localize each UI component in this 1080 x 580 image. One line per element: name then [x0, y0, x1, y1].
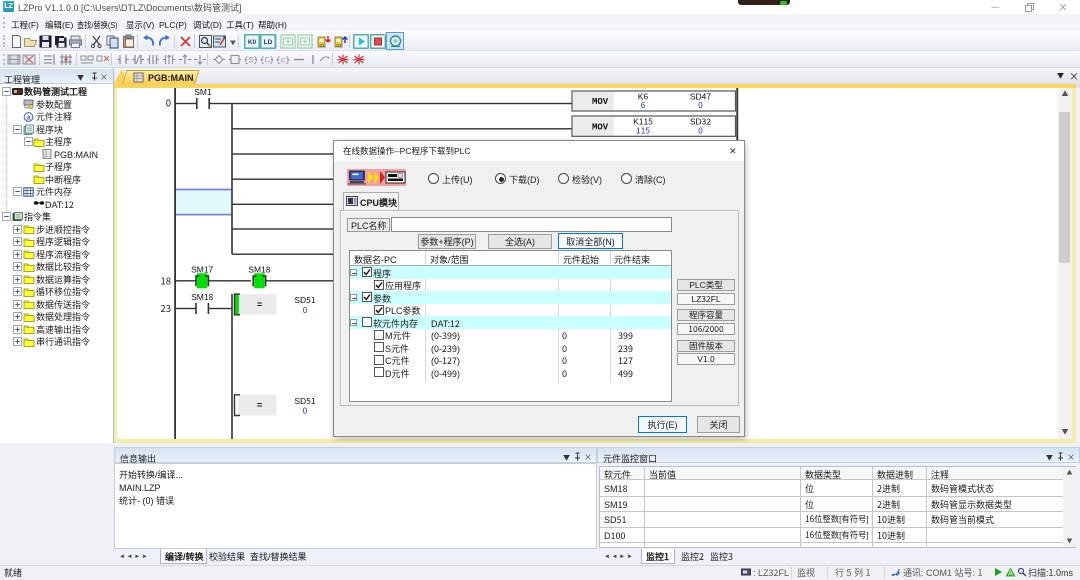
svg-text:0: 0: [303, 304, 308, 316]
svg-text:MOV: MOV: [592, 122, 609, 132]
svg-text:a: a: [27, 114, 31, 121]
svg-text:0: 0: [166, 96, 171, 110]
svg-text:01: 01: [319, 43, 325, 48]
svg-text:0: 0: [303, 405, 308, 417]
svg-text:SM18: SM18: [248, 263, 270, 275]
svg-text:=: =: [257, 298, 262, 311]
svg-text:115: 115: [636, 124, 650, 136]
svg-text:{S}: {S}: [244, 57, 258, 66]
svg-text:SM17: SM17: [191, 263, 213, 275]
svg-text:0: 0: [698, 124, 703, 136]
svg-text:A: A: [1008, 571, 1013, 577]
svg-text:MOV: MOV: [592, 97, 609, 107]
svg-text:SM18: SM18: [191, 291, 213, 303]
svg-text:{c}: {c}: [276, 57, 290, 66]
svg-text:SM1: SM1: [194, 88, 212, 98]
svg-text:18: 18: [160, 273, 171, 287]
svg-text:0: 0: [698, 99, 703, 111]
svg-text:6: 6: [641, 99, 646, 111]
svg-text:K0: K0: [248, 39, 257, 46]
svg-text:01: 01: [336, 43, 342, 48]
svg-text:23: 23: [160, 301, 171, 315]
svg-text:{C}: {C}: [260, 57, 274, 66]
svg-text:=: =: [257, 398, 262, 411]
svg-text:LD: LD: [264, 39, 273, 46]
